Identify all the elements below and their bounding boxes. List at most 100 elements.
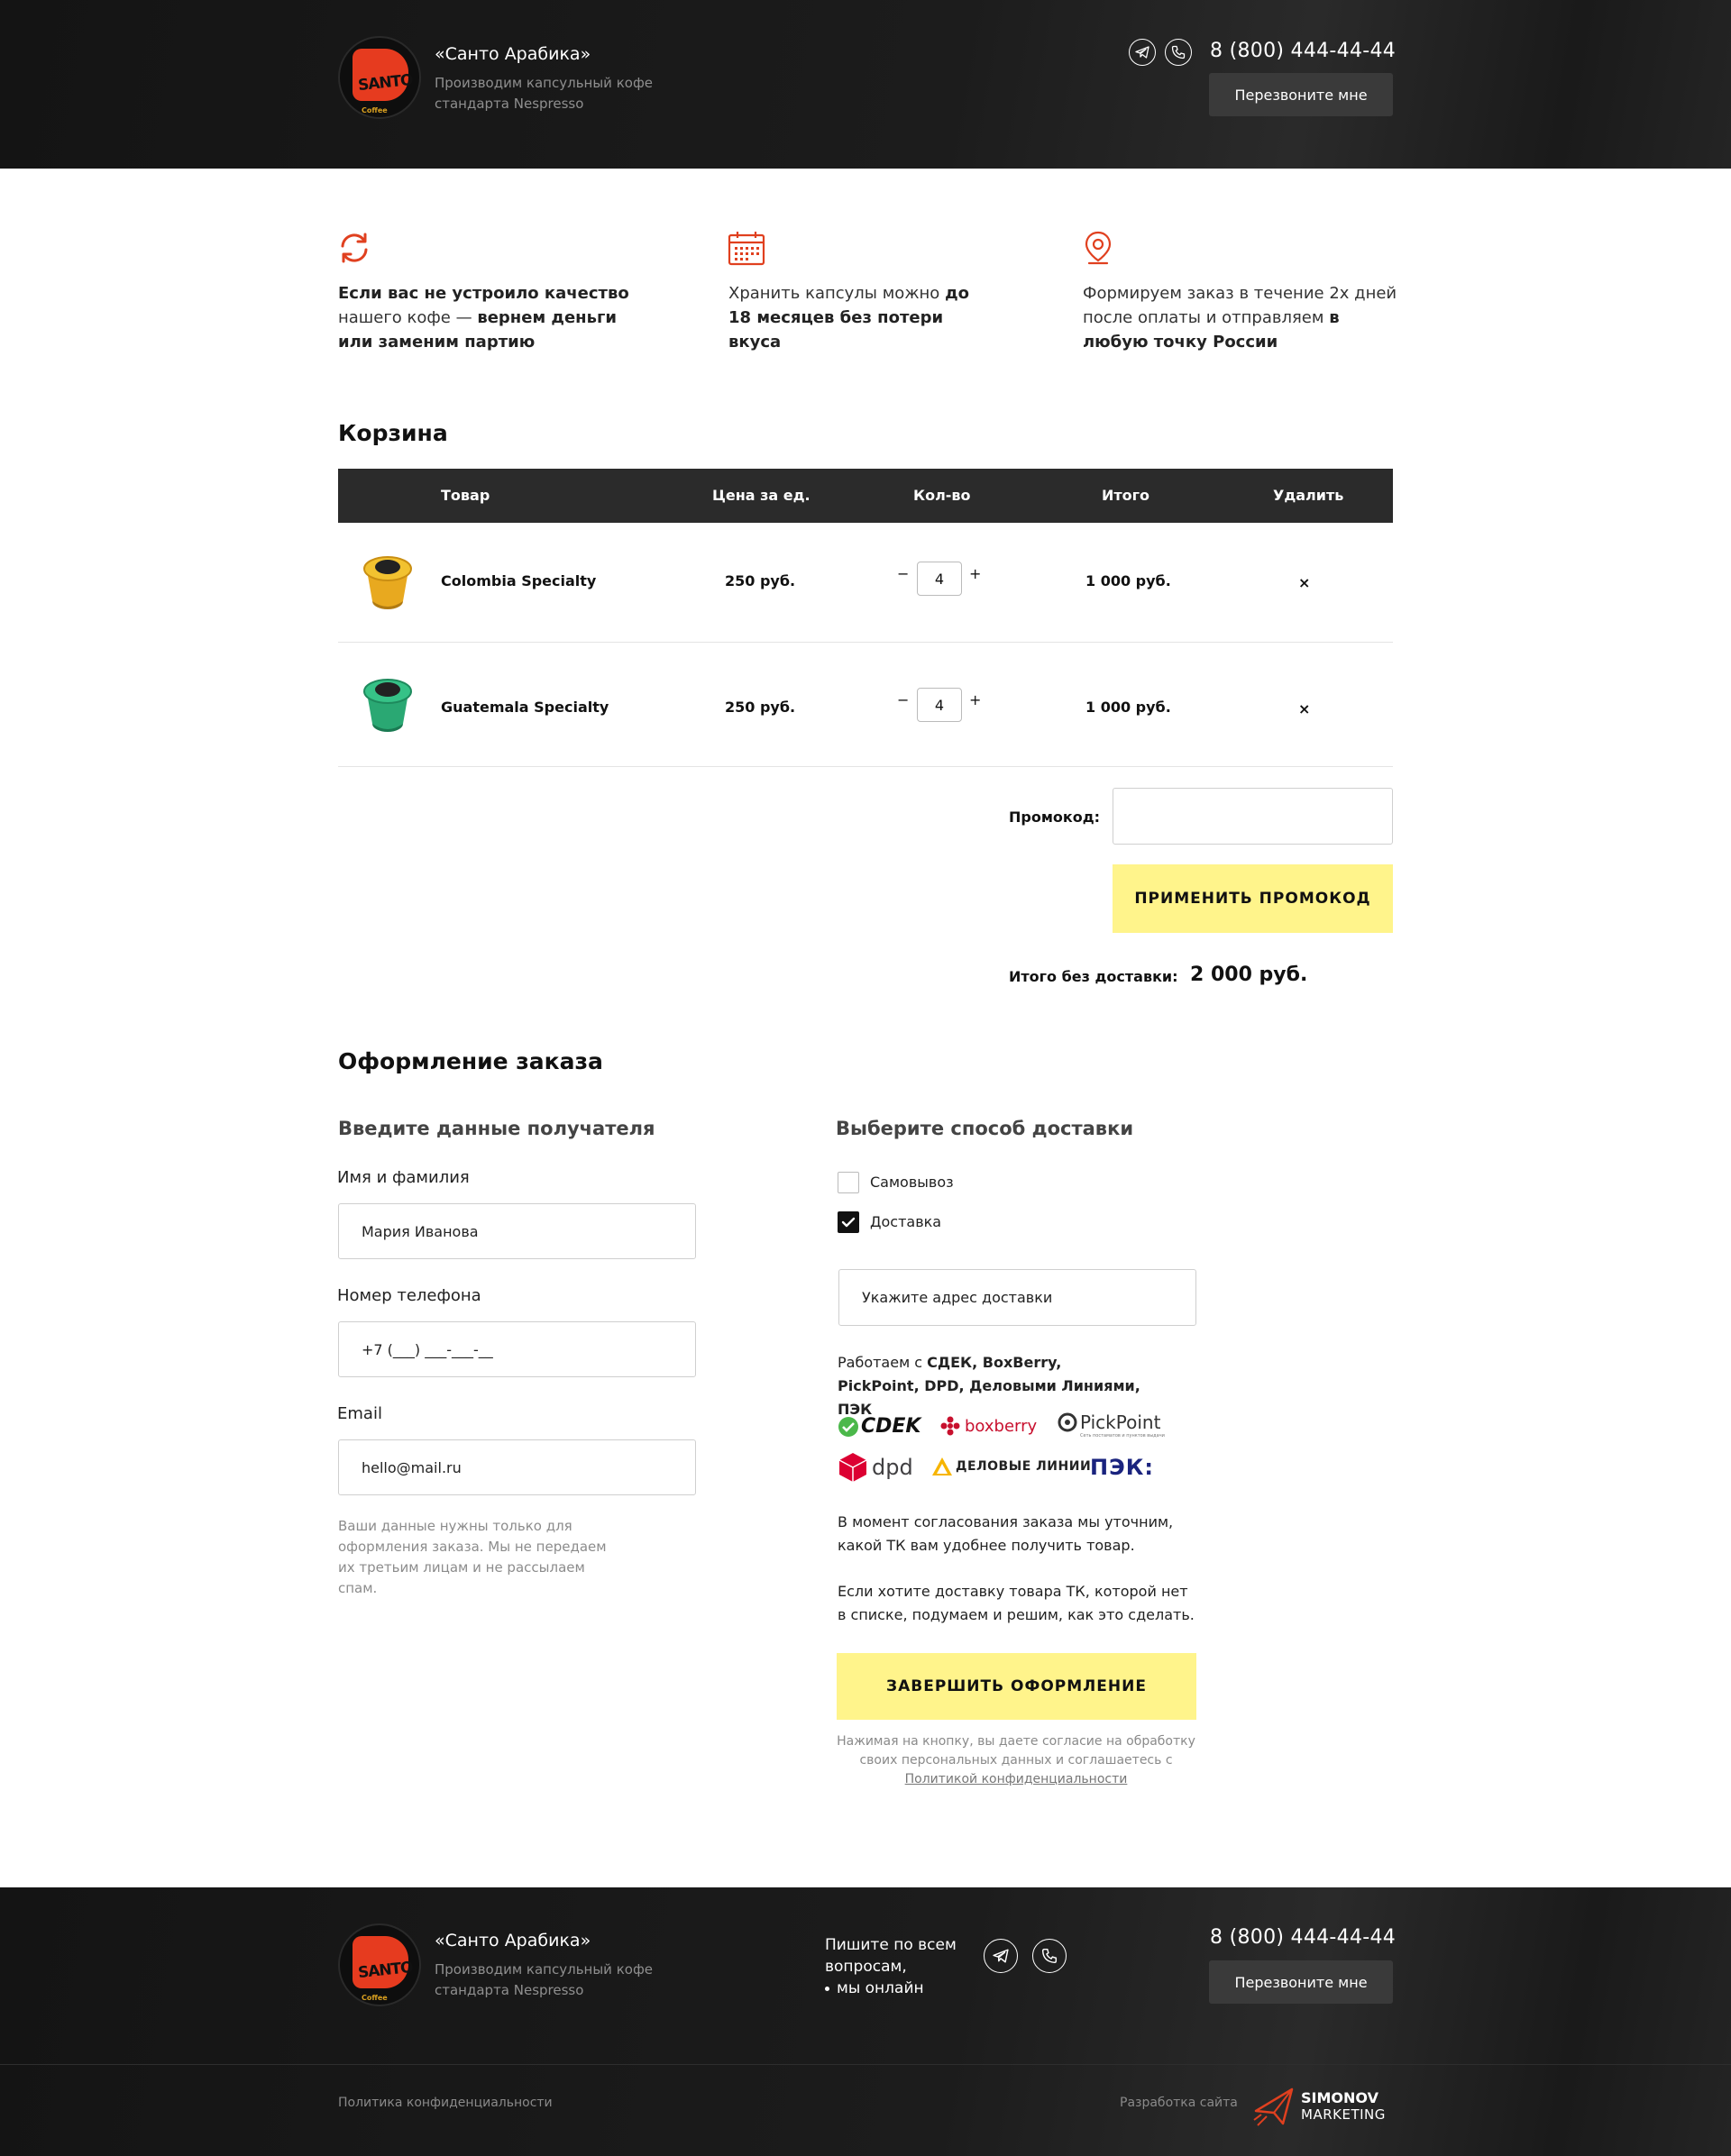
remove-item-icon[interactable]: × — [1298, 700, 1310, 717]
refresh-icon — [337, 231, 371, 269]
logo-sub: Coffee — [362, 106, 388, 114]
dev-name: SIMONOV — [1301, 2089, 1378, 2106]
promo-input[interactable] — [1113, 788, 1393, 845]
brand-name: «Санто Арабика» — [435, 44, 591, 64]
cart-row: Guatemala Specialty 250 руб. − 4 + 1 000… — [338, 643, 1393, 767]
subtotal-value: 2 000 руб. — [1190, 964, 1308, 986]
carrier-logo-pickpoint: PickPoint Сеть постаматов и пунктов выда… — [1057, 1411, 1165, 1439]
feature-quality-lead: Если вас не устроило качество — [338, 284, 629, 303]
carrier-logo-dellin: ДЕЛОВЫЕ ЛИНИИ — [931, 1457, 1091, 1476]
carrier-info: В момент согласования заказа мы уточним,… — [838, 1513, 1174, 1554]
delivery-checkbox[interactable] — [838, 1211, 859, 1233]
qty-increase-button[interactable]: + — [969, 565, 981, 582]
coffee-capsule-icon — [363, 679, 412, 732]
location-pin-icon — [1084, 231, 1113, 270]
feature-storage: Хранить капсулы можно до 18 месяцев без … — [728, 281, 981, 354]
privacy-policy-link[interactable]: Политикой конфиденциальности — [905, 1772, 1128, 1786]
footer-brand-tagline: Производим капсульный кофе стандарта Nes… — [435, 1961, 653, 1998]
pickpoint-logo-icon — [1058, 1412, 1077, 1432]
recipient-title: Введите данные получателя — [338, 1118, 655, 1139]
product-total: 1 000 руб. — [1085, 699, 1171, 716]
remove-item-icon[interactable]: × — [1298, 574, 1310, 591]
header: SANTO Coffee «Санто Арабика» Производим … — [0, 0, 1731, 169]
footer-policy-link[interactable]: Политика конфиденциальности — [338, 2096, 553, 2110]
footer-callback-button[interactable]: Перезвоните мне — [1209, 1960, 1393, 2004]
write-us-line: Пишите по всем вопросам, — [825, 1936, 957, 1976]
legal-consent: Нажимая на кнопку, вы даете согласие на … — [822, 1732, 1210, 1789]
write-us-text: Пишите по всем вопросам, мы онлайн — [825, 1934, 969, 1999]
coffee-capsule-icon — [363, 556, 412, 609]
footer-phone-icon[interactable] — [1032, 1939, 1067, 1973]
product-price: 250 руб. — [725, 699, 796, 716]
submit-order-button[interactable]: ЗАВЕРШИТЬ ОФОРМЛЕНИЕ — [837, 1653, 1196, 1720]
checkmark-icon — [841, 1217, 856, 1228]
col-price: Цена за ед. — [712, 487, 811, 504]
qty-input[interactable]: 4 — [917, 688, 962, 722]
product-price: 250 руб. — [725, 572, 796, 589]
cart-table-header: Товар Цена за ед. Кол-во Итого Удалить — [338, 469, 1393, 523]
logo[interactable]: SANTO Coffee — [338, 36, 421, 119]
footer-telegram-icon[interactable] — [984, 1939, 1018, 1973]
email-label: Email — [337, 1404, 382, 1423]
carrier-logo-boxberry: boxberry — [939, 1415, 1037, 1437]
pickup-checkbox[interactable] — [838, 1172, 859, 1193]
carrier-logo-pek: ПЭК: — [1090, 1455, 1154, 1480]
cdek-logo-text: CDEK — [861, 1415, 921, 1438]
dellin-logo-text: ДЕЛОВЫЕ ЛИНИИ — [956, 1459, 1092, 1474]
callback-button[interactable]: Перезвоните мне — [1209, 73, 1393, 116]
email-field[interactable]: hello@mail.ru — [338, 1439, 696, 1495]
dpd-logo-text: dpd — [872, 1455, 913, 1480]
online-text: мы онлайн — [837, 1979, 924, 1997]
col-product: Товар — [441, 487, 490, 504]
footer-logo-sub: Coffee — [362, 1994, 388, 2002]
feature-quality-mid: нашего кофе — — [338, 308, 478, 327]
feature-shipping: Формируем заказ в течение 2х дней после … — [1083, 281, 1407, 354]
header-phone[interactable]: 8 (800) 444-44-44 — [1210, 40, 1396, 62]
dellin-logo-icon — [932, 1457, 952, 1475]
col-delete: Удалить — [1273, 487, 1344, 504]
telegram-icon[interactable] — [1129, 39, 1156, 66]
dev-name2: MARKETING — [1301, 2106, 1386, 2123]
product-name[interactable]: Colombia Specialty — [441, 572, 596, 589]
product-total: 1 000 руб. — [1085, 572, 1171, 589]
legal-text: Нажимая на кнопку, вы даете согласие на … — [837, 1734, 1195, 1768]
simonov-logo[interactable]: SIMONOV MARKETING — [1252, 2084, 1386, 2129]
promo-label: Промокод: — [1009, 808, 1101, 826]
carriers-prefix: Работаем с — [838, 1354, 928, 1371]
qty-input[interactable]: 4 — [917, 562, 962, 596]
subtotal-label: Итого без доставки: — [1009, 968, 1178, 985]
boxberry-logo-text: boxberry — [965, 1416, 1038, 1436]
cart-row: Colombia Specialty 250 руб. − 4 + 1 000 … — [338, 524, 1393, 643]
qty-decrease-button[interactable]: − — [897, 565, 909, 582]
name-field[interactable]: Мария Иванова — [338, 1203, 696, 1259]
delivery-title: Выберите способ доставки — [836, 1118, 1134, 1139]
apply-promo-button[interactable]: ПРИМЕНИТЬ ПРОМОКОД — [1113, 864, 1393, 933]
footer-phone[interactable]: 8 (800) 444-44-44 — [1210, 1926, 1396, 1949]
delivery-label[interactable]: Доставка — [870, 1213, 941, 1230]
paper-plane-icon — [1253, 2087, 1294, 2126]
pickup-label[interactable]: Самовывоз — [870, 1174, 954, 1191]
boxberry-logo-icon — [940, 1416, 960, 1436]
footer-logo[interactable]: SANTO Coffee — [338, 1923, 421, 2006]
footer: SANTO Coffee «Санто Арабика» Производим … — [0, 1887, 1731, 2156]
dev-label: Разработка сайта — [1120, 2096, 1238, 2110]
col-total: Итого — [1102, 487, 1150, 504]
cart-title: Корзина — [338, 420, 448, 446]
feature-storage-lead: Хранить капсулы можно — [728, 284, 940, 303]
address-field[interactable]: Укажите адрес доставки — [838, 1269, 1196, 1326]
pickpoint-logo-text: PickPoint — [1080, 1411, 1161, 1433]
phone-icon[interactable] — [1165, 39, 1192, 66]
qty-decrease-button[interactable]: − — [897, 691, 909, 708]
footer-brand-name: «Санто Арабика» — [435, 1931, 591, 1950]
feature-quality: Если вас не устроило качество нашего коф… — [338, 281, 645, 354]
cdek-logo-icon — [838, 1416, 858, 1437]
pek-logo-text: ПЭК: — [1090, 1455, 1154, 1480]
carrier-logo-dpd: dpd — [838, 1451, 913, 1484]
calendar-icon — [728, 231, 765, 270]
name-label: Имя и фамилия — [337, 1168, 470, 1187]
custom-carrier-info: Если хотите доставку товара ТК, которой … — [838, 1583, 1195, 1623]
phone-field[interactable]: +7 (___) ___-___-__ — [338, 1321, 696, 1377]
product-name[interactable]: Guatemala Specialty — [441, 699, 609, 716]
phone-label: Номер телефона — [337, 1286, 481, 1305]
qty-increase-button[interactable]: + — [969, 691, 981, 708]
